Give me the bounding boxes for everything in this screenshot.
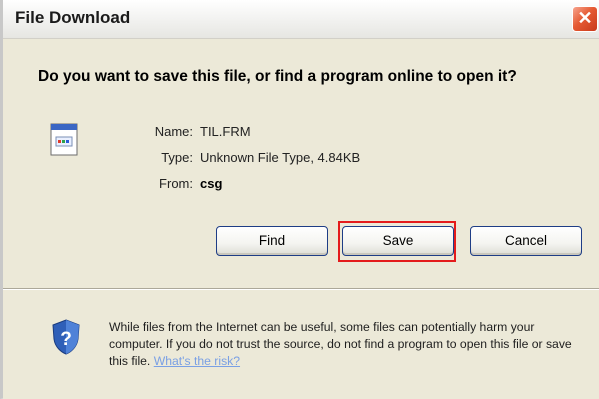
file-download-dialog: File Download ✕ Do you want to save this… — [0, 0, 599, 399]
close-icon: ✕ — [577, 8, 593, 28]
close-button[interactable]: ✕ — [572, 6, 598, 32]
whats-the-risk-link[interactable]: What's the risk? — [154, 354, 240, 368]
save-button-highlight — [338, 221, 456, 262]
svg-text:?: ? — [60, 329, 72, 350]
type-label: Type: — [161, 150, 193, 165]
title-bar[interactable]: File Download ✕ — [3, 0, 599, 39]
dialog-title: File Download — [15, 8, 131, 27]
find-button[interactable]: Find — [216, 226, 328, 256]
file-name: TIL.FRM — [200, 124, 251, 139]
file-source: csg — [200, 176, 223, 191]
security-warning-text: While files from the Internet can be use… — [109, 319, 589, 370]
shield-question-icon: ? — [52, 319, 80, 355]
dialog-content: Do you want to save this file, or find a… — [3, 39, 599, 290]
file-type: Unknown File Type, 4.84KB — [200, 150, 361, 165]
file-icon — [50, 123, 78, 156]
cancel-button[interactable]: Cancel — [470, 226, 582, 256]
from-label: From: — [159, 176, 193, 191]
security-warning-section: ? While files from the Internet can be u… — [3, 290, 599, 399]
download-question: Do you want to save this file, or find a… — [38, 68, 517, 85]
name-label: Name: — [154, 124, 193, 139]
